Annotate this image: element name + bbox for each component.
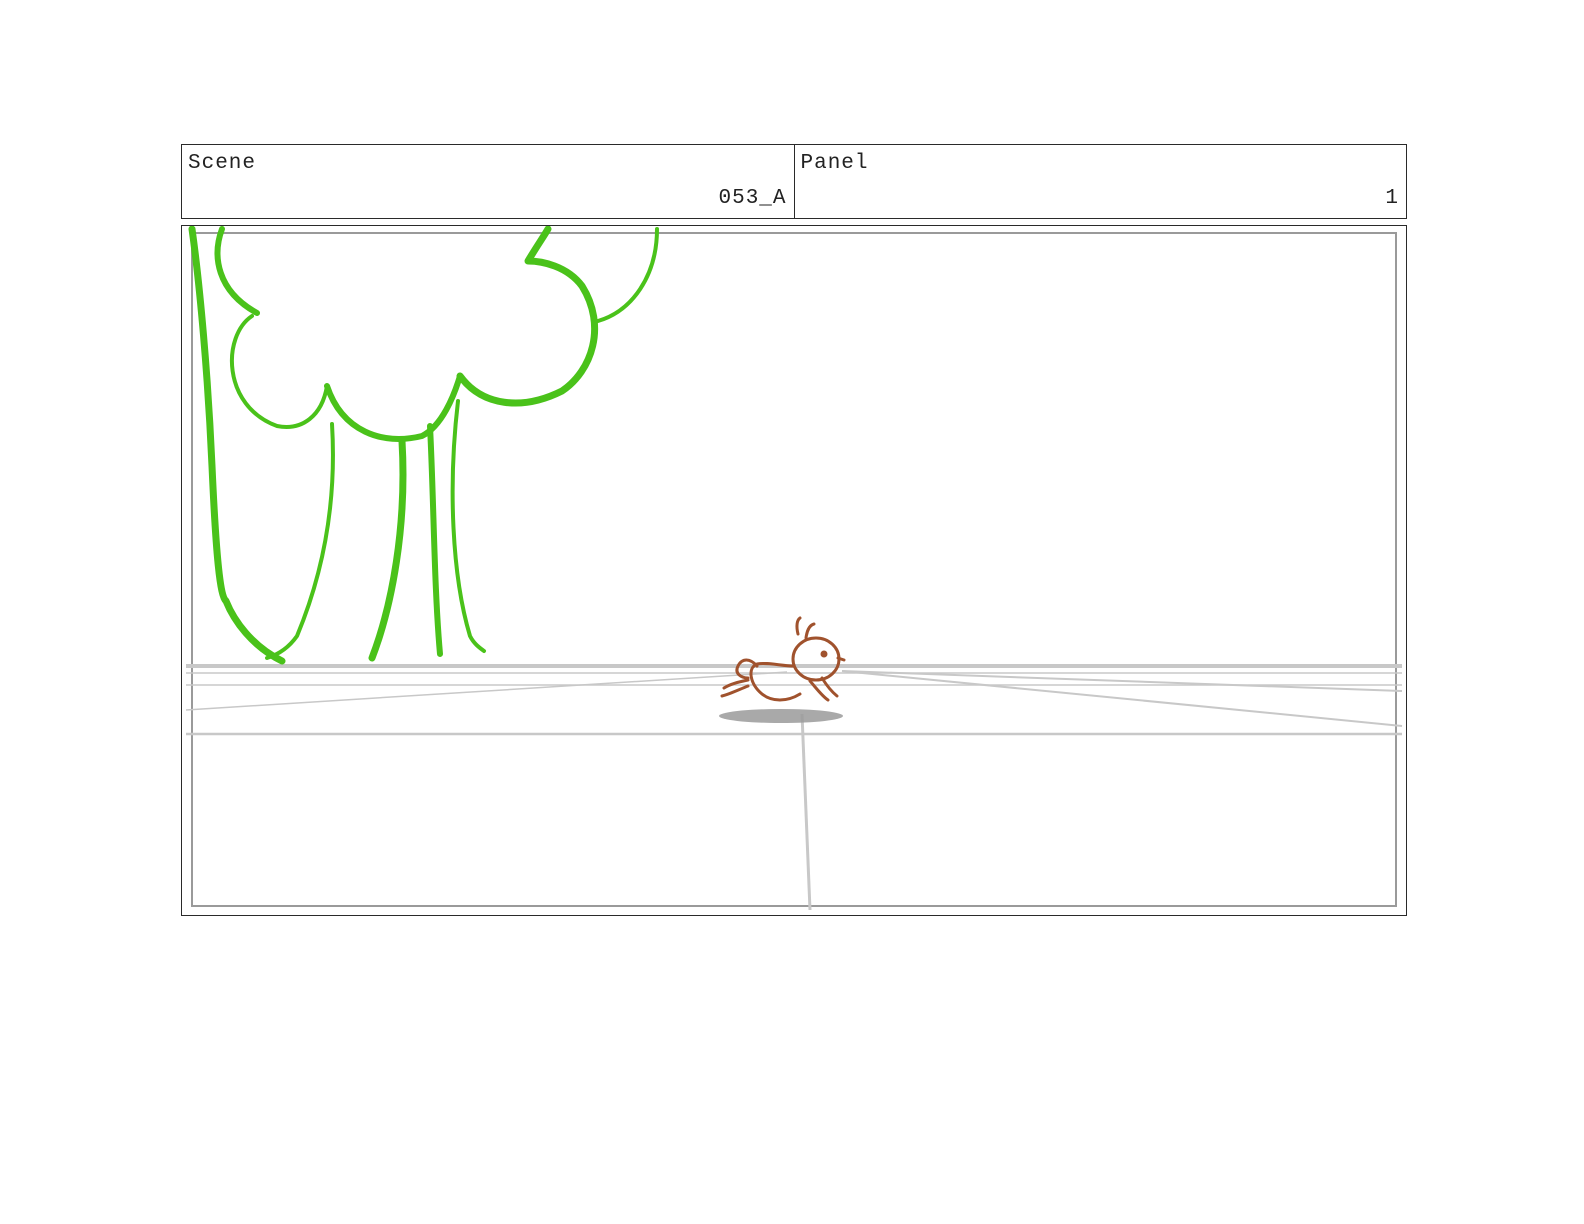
character-ear [804,622,816,640]
guide-line [841,670,1403,692]
storyboard-header: Scene 053_A Panel 1 [181,144,1407,219]
character-hind-legs [720,678,750,698]
tree-trunk-left [188,226,286,665]
character-nose [836,656,846,662]
tree-trunk [450,399,486,653]
scene-label: Scene [188,152,257,175]
tree-trunk [427,423,443,657]
panel-drawing [185,226,1403,911]
tree-canopy [324,373,463,442]
tree-canopy [230,314,329,429]
scene-value: 053_A [718,187,787,210]
tree-canopy [456,226,599,407]
character-sketch [720,616,846,702]
panel-label: Panel [800,152,869,175]
tree-sketch [188,226,659,665]
scene-cell: Scene 053_A [182,145,794,218]
character-eye [820,650,828,658]
vertical-guide [800,713,812,911]
tree-branch [596,227,659,323]
character-ear [795,616,802,636]
character-body [749,661,802,702]
tree-branch [214,226,260,316]
tree-trunk [368,437,407,662]
perspective-guides [185,664,1403,911]
character-tail [735,658,759,680]
safe-area-frame [191,232,1397,907]
panel-value: 1 [1385,187,1399,210]
tree-trunk [265,422,335,660]
guide-line [841,670,1403,727]
guide-line [185,671,788,711]
character-shadow [719,709,843,723]
storyboard-panel [181,225,1407,916]
panel-cell: Panel 1 [793,145,1407,218]
